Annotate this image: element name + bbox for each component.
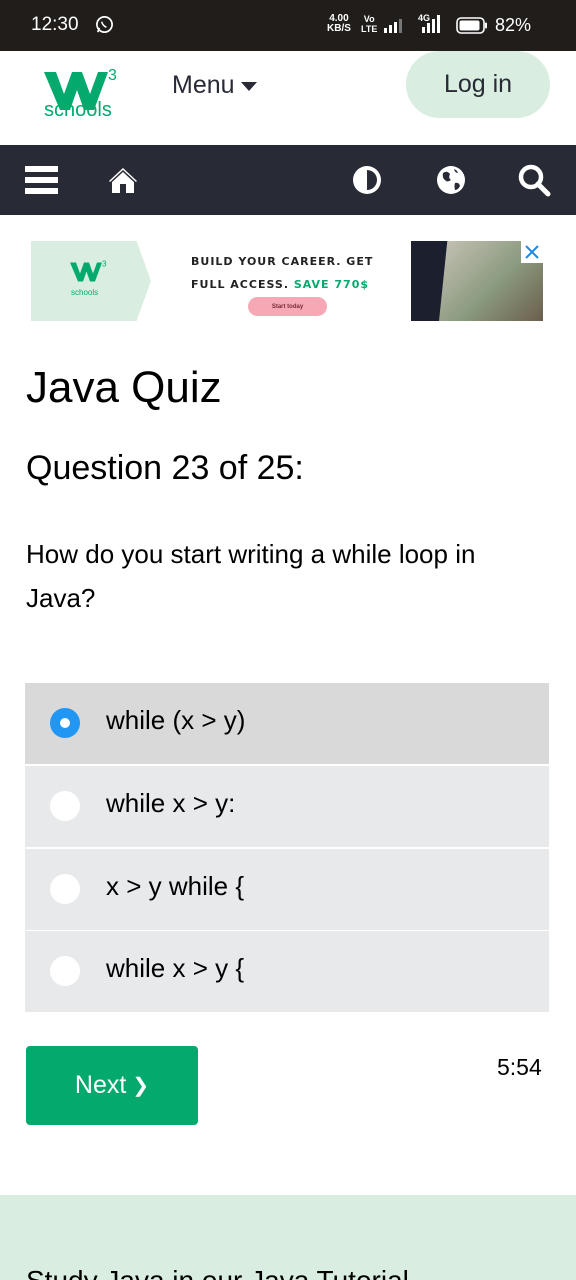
radio-button[interactable]	[50, 708, 80, 738]
answer-label: while (x > y)	[106, 705, 246, 735]
network-4g-signal: 4G	[418, 13, 448, 38]
ad-headline: BUILD YOUR CAREER. GET FULL ACCESS. SAVE…	[191, 255, 374, 291]
net-speed: 4.00 KB/S	[327, 13, 351, 34]
menu-button[interactable]: Menu	[172, 71, 257, 100]
close-icon[interactable]	[521, 241, 543, 263]
site-header: 3 schools Menu Log in	[0, 51, 576, 145]
hamburger-icon[interactable]	[24, 163, 58, 197]
ad-logo-panel: 3 schools	[31, 241, 151, 321]
contrast-icon[interactable]	[350, 163, 384, 197]
ad-cta-button[interactable]: Start today	[248, 297, 327, 316]
radio-button[interactable]	[50, 791, 80, 821]
signal-icon	[384, 19, 402, 33]
globe-icon[interactable]	[434, 163, 468, 197]
svg-text:3: 3	[102, 260, 107, 269]
search-icon[interactable]	[517, 163, 551, 197]
question-heading: Question 23 of 25:	[26, 449, 304, 487]
top-nav	[0, 145, 576, 215]
logo-text: schools	[44, 99, 112, 121]
next-label: Next	[74, 1071, 127, 1099]
answer-option-3[interactable]: x > y while {	[25, 849, 549, 930]
battery-percent: 82%	[495, 15, 532, 35]
battery-icon	[456, 17, 487, 34]
answer-label: while x > y {	[106, 953, 245, 983]
volte-indicator: Vo LTE	[361, 14, 378, 34]
whatsapp-icon	[96, 16, 113, 33]
tutorial-link-text[interactable]: Study Java in our Java Tutorial	[26, 1265, 409, 1280]
status-bar: 12:30 4.00 KB/S Vo LTE 4G 82%	[0, 0, 576, 51]
radio-button[interactable]	[50, 956, 80, 986]
home-icon[interactable]	[106, 163, 140, 197]
ad-logo-text: schools	[71, 288, 99, 297]
answer-label: x > y while {	[106, 871, 245, 901]
quiz-timer: 5:54	[497, 1054, 542, 1080]
next-button[interactable]: Next ❯	[26, 1046, 198, 1125]
answer-label: while x > y:	[106, 788, 236, 818]
caret-down-icon	[240, 82, 257, 91]
ad-logo: 3	[70, 260, 107, 282]
radio-button[interactable]	[50, 874, 80, 904]
page-title: Java Quiz	[26, 363, 222, 412]
question-text: How do you start writing a while loop in…	[26, 539, 476, 613]
login-button[interactable]: Log in	[406, 51, 550, 118]
answer-option-2[interactable]: while x > y:	[25, 766, 549, 847]
menu-label: Menu	[172, 71, 235, 99]
answer-option-4[interactable]: while x > y {	[25, 931, 549, 1012]
chevron-right-icon: ❯	[132, 1075, 150, 1097]
logo-superscript: 3	[108, 67, 117, 84]
clock: 12:30	[31, 14, 79, 35]
tutorial-banner: Study Java in our Java Tutorial	[0, 1195, 576, 1280]
ad-banner[interactable]: 3 schools BUILD YOUR CAREER. GET FULL AC…	[31, 241, 543, 321]
answer-option-1[interactable]: while (x > y)	[25, 683, 549, 764]
